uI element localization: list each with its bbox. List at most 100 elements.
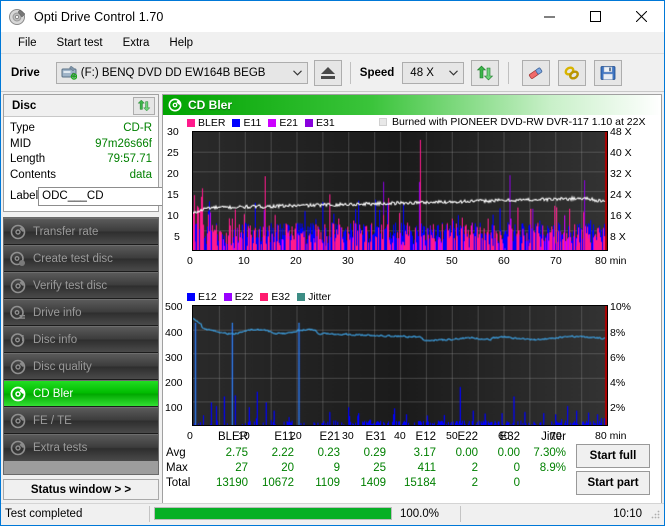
bler-xtick-20: 20 [290, 255, 302, 267]
stats-max-e32: 0 [482, 460, 524, 475]
stats-total-e22: 2 [440, 475, 482, 490]
save-button[interactable] [594, 60, 622, 86]
stats-row-label-max: Max [164, 460, 204, 475]
stats-corner [164, 429, 204, 445]
stats-col-e12: E12 [390, 429, 440, 445]
e12-ytick-300: 300 [165, 352, 183, 364]
close-button[interactable] [618, 1, 664, 32]
start-part-button[interactable]: Start part [576, 471, 650, 495]
bler-xtick-80: 80 min [595, 255, 627, 267]
eject-button[interactable] [314, 60, 342, 86]
disc-info-icon [10, 332, 26, 348]
menu-help[interactable]: Help [160, 35, 202, 51]
sidebar-item-fe-te[interactable]: FE / TE [4, 407, 158, 434]
stats-row-label-total: Total [164, 475, 204, 490]
stats-avg-bler: 2.75 [204, 445, 252, 460]
stats-total-e12: 15184 [390, 475, 440, 490]
start-full-button[interactable]: Start full [576, 444, 650, 468]
stats-avg-e21: 0.23 [298, 445, 344, 460]
disc-row-type: Type CD-R [10, 121, 152, 137]
drive-select[interactable]: (F:) BENQ DVD DD EW164B BEGB [56, 62, 308, 84]
stats-total-e31: 1409 [344, 475, 390, 490]
legend-label-e11: E11 [243, 117, 261, 129]
erase-button[interactable] [522, 60, 550, 86]
disc-check-icon [10, 278, 26, 294]
legend-swatch-jitter [297, 293, 305, 301]
jitter-ytick-2: 2% [610, 402, 625, 414]
link-button[interactable] [558, 60, 586, 86]
sidebar-item-extra-tests[interactable]: Extra tests [4, 434, 158, 461]
legend-label-e22: E22 [235, 291, 254, 303]
bler-xtick-30: 30 [342, 255, 354, 267]
window-controls [526, 1, 664, 32]
app-icon [9, 8, 27, 26]
disc-refresh-button[interactable] [133, 97, 155, 115]
status-bar: Test completed 100.0% 10:10 [1, 503, 664, 523]
sidebar-item-verify-test-disc[interactable]: Verify test disc [4, 272, 158, 299]
speed-label: Speed [360, 67, 395, 79]
stats-max-jitter: 8.9% [524, 460, 570, 475]
bler-speedtick-8: 8 X [610, 231, 626, 243]
title-bar: Opti Drive Control 1.70 [1, 1, 664, 32]
menu-file[interactable]: File [9, 35, 46, 51]
e12-plot-area[interactable] [192, 305, 608, 426]
status-message: Test completed [1, 504, 149, 524]
legend-label-bler: BLER [198, 117, 225, 129]
maximize-button[interactable] [572, 1, 618, 32]
sidebar-item-cd-bler[interactable]: CD Bler [4, 380, 158, 407]
status-window-button[interactable]: Status window > > [3, 479, 159, 500]
test-nav-list: Transfer rate Create test disc Verify te… [3, 217, 159, 475]
stats-col-e21: E21 [298, 429, 344, 445]
bler-speedtick-16: 16 X [610, 210, 632, 222]
legend-label-e12: E12 [198, 291, 217, 303]
toolbar-separator-2 [508, 62, 509, 84]
jitter-ytick-4: 4% [610, 377, 625, 389]
stats-col-e11: E11 [252, 429, 298, 445]
refresh-icon [137, 99, 151, 112]
bler-speedtick-32: 32 X [610, 168, 632, 180]
refresh-speed-button[interactable] [471, 60, 499, 86]
speed-select[interactable]: 48 X [402, 62, 464, 84]
progress-bar [154, 507, 392, 520]
sidebar-item-disc-info[interactable]: Disc info [4, 326, 158, 353]
legend-swatch-bler [187, 119, 195, 127]
content-header: CD Bler [163, 95, 661, 115]
stats-col-jitter: Jitter [524, 429, 570, 445]
stats-col-e22: E22 [440, 429, 482, 445]
disc-label-row: Label [10, 186, 152, 206]
chevron-down-icon[interactable] [289, 63, 306, 83]
bler-xtick-70: 70 [550, 255, 562, 267]
sidebar-item-label: Extra tests [33, 442, 87, 454]
sidebar-item-transfer-rate[interactable]: Transfer rate [4, 218, 158, 245]
e12-ytick-400: 400 [165, 327, 183, 339]
table-row: Avg 2.75 2.22 0.23 0.29 3.17 0.00 0.00 7… [164, 445, 570, 460]
sidebar-item-label: Drive info [33, 307, 82, 319]
e12-xtick-80: 80 min [595, 430, 627, 442]
disc-quality-icon [10, 359, 26, 375]
sidebar-item-drive-info[interactable]: Drive info [4, 299, 158, 326]
bler-ytick-30: 30 [167, 126, 179, 138]
bler-chart: BLER E11 E21 E31 Burned with PIONEER DVD… [163, 115, 661, 275]
resize-grip[interactable] [650, 509, 661, 520]
disc-contents-value: data [130, 168, 152, 184]
bler-plot-area[interactable] [192, 131, 608, 251]
disc-type-label: Type [10, 121, 35, 137]
e12-ytick-200: 200 [165, 377, 183, 389]
stats-row-label-avg: Avg [164, 445, 204, 460]
menu-start-test[interactable]: Start test [48, 35, 112, 51]
sidebar-item-label: Create test disc [33, 253, 113, 265]
burned-with-annotation: Burned with PIONEER DVD-RW DVR-117 1.10 … [379, 116, 645, 128]
minimize-button[interactable] [526, 1, 572, 32]
disc-fete-icon [10, 413, 26, 429]
legend-swatch-e12 [187, 293, 195, 301]
bler-xtick-10: 10 [238, 255, 250, 267]
legend-label-e21: E21 [279, 117, 298, 129]
status-separator-1 [149, 506, 150, 522]
bler-legend: BLER E11 E21 E31 [187, 116, 335, 129]
sidebar-item-disc-quality[interactable]: Disc quality [4, 353, 158, 380]
menu-extra[interactable]: Extra [114, 35, 159, 51]
chevron-down-icon[interactable] [445, 63, 462, 83]
sidebar-item-create-test-disc[interactable]: Create test disc [4, 245, 158, 272]
bler-speedtick-40: 40 X [610, 147, 632, 159]
progress-percent: 100.0% [396, 504, 460, 524]
